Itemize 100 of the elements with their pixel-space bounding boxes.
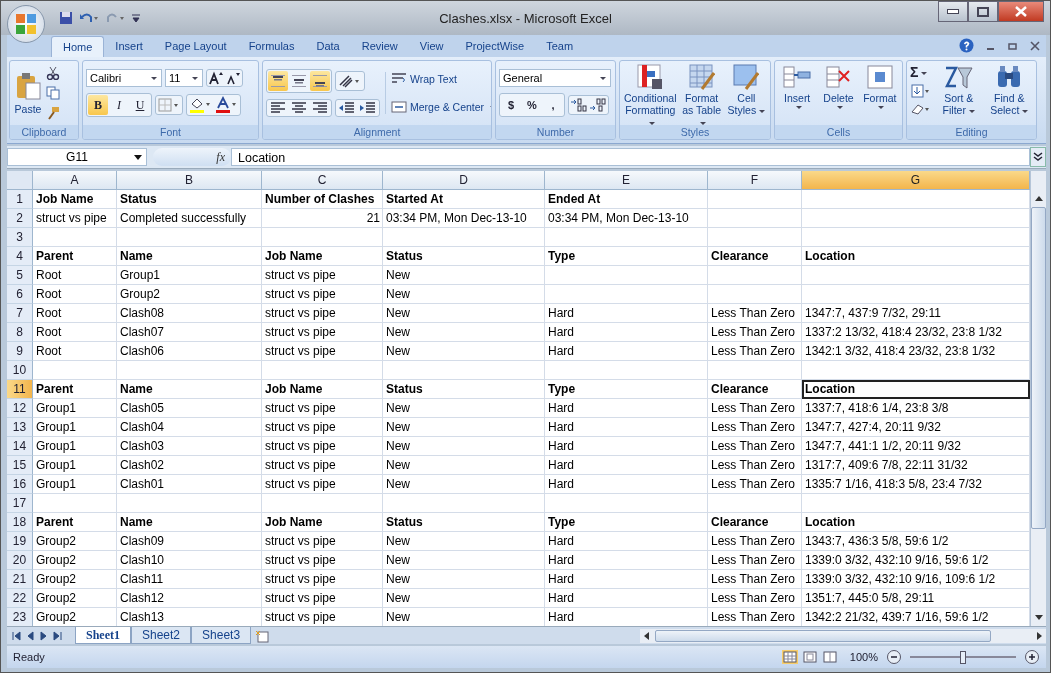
scroll-thumb[interactable] [1031, 207, 1046, 529]
cell-styles-button[interactable]: Cell Styles [725, 64, 767, 116]
grow-font-icon[interactable] [208, 71, 224, 85]
ribbon-tab[interactable]: Page Layout [153, 36, 238, 57]
scroll-right-icon[interactable] [1035, 631, 1043, 640]
row-header[interactable]: 19 [7, 532, 33, 551]
column-header[interactable]: E [545, 171, 708, 190]
vertical-align-button[interactable] [310, 71, 330, 91]
cut-icon[interactable] [46, 66, 60, 80]
name-box[interactable]: G11 [7, 148, 147, 166]
fill-icon[interactable] [910, 84, 932, 98]
row-header[interactable]: 16 [7, 475, 33, 494]
row-header[interactable]: 11 [7, 380, 33, 399]
column-header[interactable]: C [262, 171, 383, 190]
zoom-in-icon[interactable] [1024, 649, 1040, 665]
zoom-out-icon[interactable] [886, 649, 902, 665]
align-text-icon[interactable] [310, 101, 330, 115]
close-button[interactable] [998, 1, 1044, 22]
column-header[interactable]: B [117, 171, 262, 190]
row-header[interactable]: 12 [7, 399, 33, 418]
insert-cells-button[interactable]: Insert [778, 64, 817, 109]
help-icon[interactable] [959, 38, 974, 53]
scroll-left-icon[interactable] [643, 631, 651, 640]
wrap-text-button[interactable]: Wrap Text [391, 72, 491, 86]
insert-function-button[interactable]: fx [216, 149, 231, 165]
minimize-button[interactable] [938, 1, 968, 22]
number-format-button[interactable]: % [522, 95, 542, 115]
sort-filter-button[interactable]: Sort & Filter [935, 64, 983, 116]
row-header[interactable]: 21 [7, 570, 33, 589]
font-style-button[interactable]: U [130, 95, 150, 115]
font-style-button[interactable]: I [109, 95, 129, 115]
zoom-slider-thumb[interactable] [960, 650, 966, 664]
increase-decimal-icon[interactable] [570, 97, 588, 113]
ribbon-tab[interactable]: Formulas [237, 36, 306, 57]
row-header[interactable]: 9 [7, 342, 33, 361]
row-header[interactable]: 10 [7, 361, 33, 380]
number-format-field[interactable]: General [499, 69, 611, 87]
office-button[interactable] [7, 5, 45, 43]
row-header[interactable]: 20 [7, 551, 33, 570]
font-size-field[interactable]: 11 [165, 69, 203, 87]
row-header[interactable]: 7 [7, 304, 33, 323]
row-header[interactable]: 4 [7, 247, 33, 266]
autosum-button[interactable]: Σ [910, 64, 932, 80]
sheet-tab[interactable]: Sheet2 [131, 627, 192, 644]
row-header[interactable]: 5 [7, 266, 33, 285]
font-style-button[interactable]: B [88, 95, 108, 115]
decrease-decimal-icon[interactable] [589, 97, 607, 113]
column-header[interactable]: G [802, 171, 1030, 190]
delete-cells-button[interactable]: Delete [819, 64, 858, 109]
sheet-tab[interactable]: Sheet3 [191, 627, 252, 644]
insert-sheet-icon[interactable] [255, 628, 272, 643]
copy-icon[interactable] [46, 86, 60, 100]
number-format-button[interactable]: , [543, 95, 563, 115]
customize-icon[interactable] [131, 12, 141, 24]
format-cells-button[interactable]: Format [860, 64, 899, 109]
row-header[interactable]: 17 [7, 494, 33, 513]
ribbon-tab[interactable]: Insert [104, 36, 154, 57]
close-icon[interactable] [1030, 40, 1040, 51]
row-header[interactable]: 3 [7, 228, 33, 247]
ribbon-tab[interactable]: View [408, 36, 455, 57]
row-header[interactable]: 18 [7, 513, 33, 532]
ribbon-tab[interactable]: ProjectWise [454, 36, 536, 57]
undo-icon[interactable] [79, 11, 99, 25]
number-format-button[interactable]: $ [501, 95, 521, 115]
row-header[interactable]: 13 [7, 418, 33, 437]
zoom-level[interactable]: 100% [849, 651, 878, 663]
scroll-down-icon[interactable] [1034, 615, 1043, 621]
row-header[interactable]: 8 [7, 323, 33, 342]
page-break-icon[interactable] [821, 650, 838, 664]
normal-view-icon[interactable] [781, 650, 798, 664]
page-layout-icon[interactable] [801, 650, 818, 664]
format-as-table-button[interactable]: Format as Table [680, 64, 723, 128]
decrease-indent-icon[interactable] [337, 101, 357, 115]
column-header[interactable]: F [708, 171, 802, 190]
column-header[interactable]: A [33, 171, 117, 190]
shrink-font-icon[interactable] [225, 71, 241, 85]
expand-formula-button[interactable] [1030, 147, 1046, 167]
paste-button[interactable]: Paste [13, 71, 43, 115]
formula-field[interactable]: Location [231, 148, 1030, 166]
eraser-icon[interactable] [910, 102, 932, 116]
ribbon-tab[interactable]: Review [350, 36, 409, 57]
row-header[interactable]: 15 [7, 456, 33, 475]
row-header[interactable]: 1 [7, 190, 33, 209]
find-select-button[interactable]: Find & Select [985, 64, 1033, 116]
row-header[interactable]: 2 [7, 209, 33, 228]
sheet-tab[interactable]: Sheet1 [75, 627, 131, 644]
row-header[interactable]: 23 [7, 608, 33, 626]
font-color-icon[interactable] [214, 96, 239, 114]
row-header[interactable]: 22 [7, 589, 33, 608]
ribbon-tab[interactable]: Data [305, 36, 351, 57]
restore-icon[interactable] [1008, 40, 1018, 51]
ribbon-tab[interactable]: Home [51, 36, 105, 57]
merge-center-button[interactable]: Merge & Center [391, 100, 491, 114]
save-icon[interactable] [59, 11, 73, 25]
vertical-align-button[interactable] [268, 71, 288, 91]
horizontal-scrollbar[interactable] [640, 628, 1046, 643]
column-header[interactable]: D [383, 171, 545, 190]
align-text-icon[interactable] [268, 101, 288, 115]
scroll-up-icon[interactable] [1034, 195, 1043, 201]
ribbon-tab[interactable]: Team [535, 36, 585, 57]
